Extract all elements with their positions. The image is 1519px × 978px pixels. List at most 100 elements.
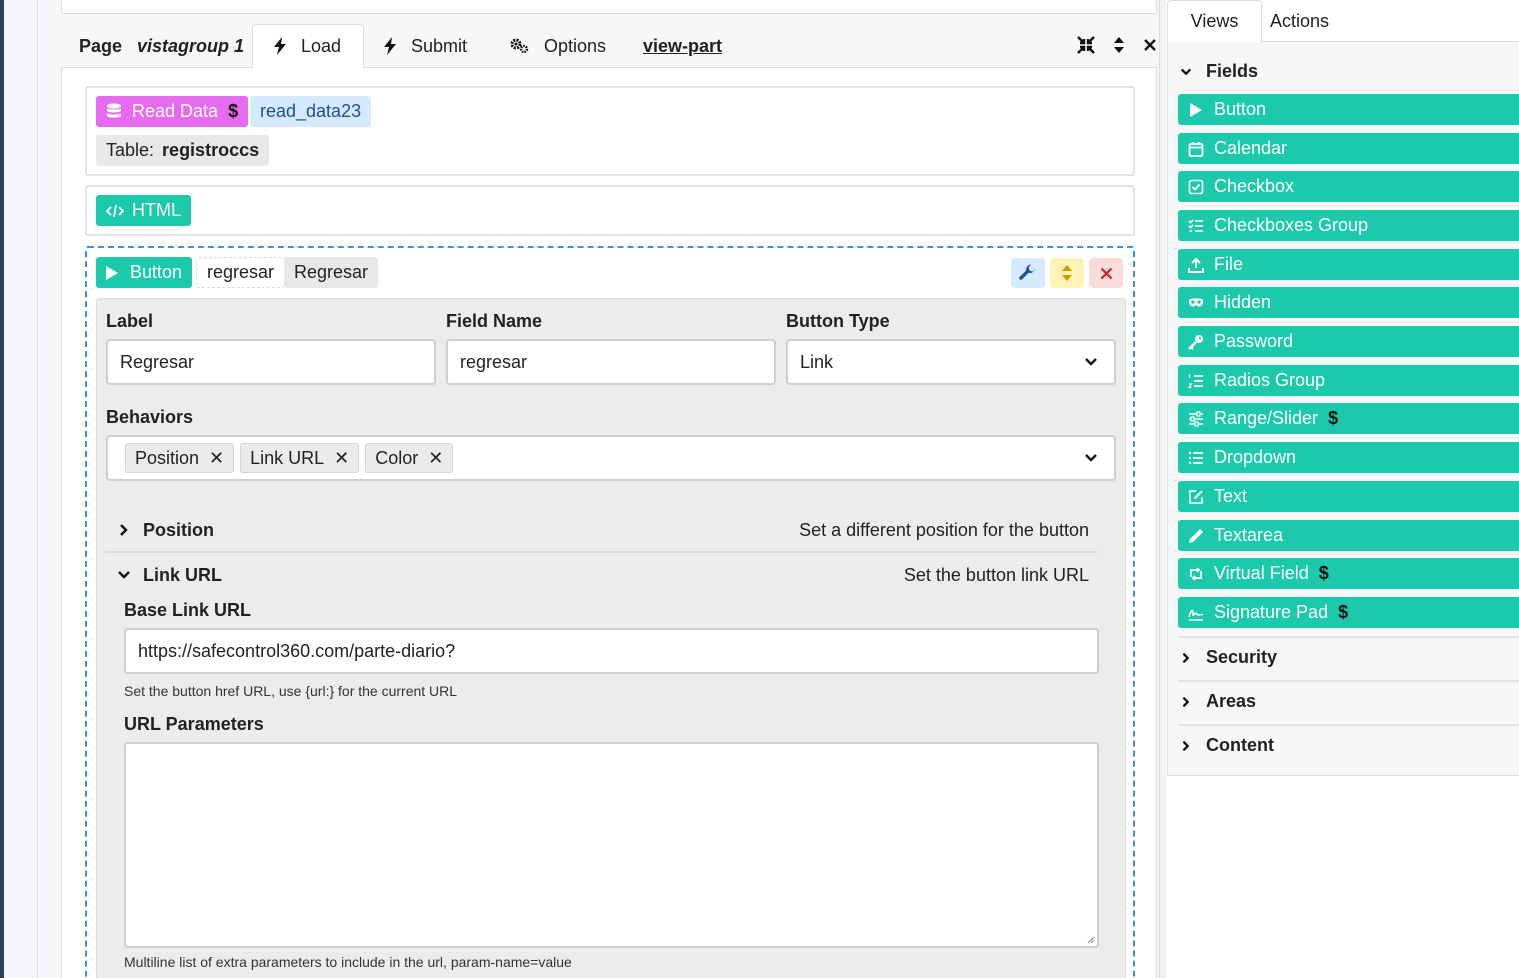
sort-icon[interactable]: [1113, 36, 1125, 54]
section-position-desc: Set a different position for the button: [799, 519, 1089, 540]
page-content: Read Data $ read_data23 Table: registroc…: [61, 67, 1157, 978]
sort-icon: [1062, 265, 1072, 281]
read-data-badge: Read Data $: [96, 96, 249, 127]
remove-chip-icon[interactable]: ✕: [334, 448, 349, 469]
field-item-checkbox[interactable]: Checkbox: [1178, 171, 1519, 202]
behavior-chip-link-url[interactable]: Link URL ✕: [240, 443, 360, 473]
field-item-dropdown[interactable]: Dropdown: [1178, 442, 1519, 473]
field-item-label: Range/Slider: [1214, 408, 1319, 428]
button-type-select[interactable]: Link: [786, 339, 1116, 385]
close-icon[interactable]: [1143, 38, 1157, 52]
field-item-password[interactable]: Password: [1178, 326, 1519, 357]
field-item-label: Radios Group: [1214, 370, 1326, 390]
read-data-name: read_data23: [250, 96, 372, 127]
label-input[interactable]: Regresar: [106, 339, 436, 385]
mask-icon: [1188, 295, 1204, 311]
field-item-button[interactable]: Button: [1178, 94, 1519, 125]
table-name: registroccs: [162, 140, 260, 160]
url-params-textarea[interactable]: [124, 742, 1099, 948]
section-position[interactable]: Position Set a different position for th…: [105, 509, 1097, 553]
chevron-down-icon: [1085, 358, 1097, 366]
tab-options-label: Options: [544, 35, 607, 56]
tab-views[interactable]: Views: [1167, 0, 1262, 43]
button-block[interactable]: Button regresar Regresar Label Regresar …: [85, 246, 1135, 978]
wrench-icon: [1019, 264, 1036, 280]
tab-submit[interactable]: Submit: [383, 24, 467, 68]
sidebar-panel: Fields Button Calendar Checkbox Checkbox…: [1167, 41, 1519, 776]
delete-button[interactable]: [1089, 258, 1123, 288]
field-item-signature-pad[interactable]: Signature Pad $: [1178, 597, 1519, 628]
sync-icon: [1188, 566, 1204, 582]
button-label-badge: Regresar: [284, 257, 379, 288]
base-link-input[interactable]: https://safecontrol360.com/parte-diario?: [124, 628, 1099, 674]
field-item-calendar[interactable]: Calendar: [1178, 133, 1519, 164]
field-item-checkboxes-group[interactable]: Checkboxes Group: [1178, 210, 1519, 241]
sidebar-tabs: Views Actions: [1166, 0, 1519, 43]
field-item-range-slider[interactable]: Range/Slider $: [1178, 403, 1519, 434]
section-position-title: Position: [143, 519, 214, 540]
chevron-right-icon: [1182, 740, 1190, 751]
button-type-label: Button: [130, 262, 183, 282]
areas-section-header[interactable]: Areas: [1180, 691, 1256, 712]
field-item-virtual-field[interactable]: Virtual Field $: [1178, 558, 1519, 589]
fields-section-title: Fields: [1206, 61, 1259, 81]
checkbox-icon: [1188, 179, 1204, 195]
field-item-label: Button: [1214, 99, 1267, 119]
divider: [1178, 636, 1519, 638]
premium-dollar-icon: $: [1318, 563, 1329, 583]
compress-icon[interactable]: [1077, 36, 1095, 54]
fields-section-header[interactable]: Fields: [1180, 61, 1258, 82]
database-icon: [107, 102, 121, 117]
remove-chip-icon[interactable]: ✕: [209, 448, 224, 469]
security-section-header[interactable]: Security: [1180, 647, 1277, 668]
behavior-chip-position[interactable]: Position ✕: [125, 443, 235, 473]
divider: [1178, 680, 1519, 682]
key-icon: [1188, 334, 1204, 350]
play-icon: [106, 265, 118, 280]
section-link-url[interactable]: Link URL Set the button link URL: [105, 553, 1097, 597]
behavior-chip-label: Color: [375, 447, 419, 468]
checklist-icon: [1188, 218, 1204, 234]
field-item-label: Calendar: [1214, 138, 1288, 158]
field-item-label: Checkbox: [1214, 176, 1295, 196]
calendar-icon: [1188, 141, 1204, 157]
behaviors-multiselect[interactable]: Position ✕ Link URL ✕ Color ✕: [106, 435, 1116, 481]
read-data-block[interactable]: Read Data $ read_data23 Table: registroc…: [85, 86, 1135, 176]
view-part-link[interactable]: view-part: [643, 36, 722, 57]
field-item-textarea[interactable]: Textarea: [1178, 520, 1519, 551]
tab-options[interactable]: Options: [510, 24, 606, 68]
components-sidebar: Views Actions Fields Button Calendar Che…: [1166, 0, 1519, 978]
wrench-button[interactable]: [1011, 258, 1045, 288]
chevron-right-icon: [1182, 652, 1190, 663]
field-item-radios-group[interactable]: Radios Group: [1178, 365, 1519, 396]
bolt-icon: [384, 37, 396, 55]
premium-dollar-icon: $: [1338, 602, 1349, 622]
behavior-chip-label: Link URL: [250, 447, 325, 468]
field-item-label: Checkboxes Group: [1214, 215, 1369, 235]
field-item-label: Password: [1214, 331, 1294, 351]
field-name-input[interactable]: regresar: [446, 339, 776, 385]
play-icon: [1188, 102, 1204, 118]
tab-load-label: Load: [301, 35, 342, 56]
behavior-chip-color[interactable]: Color ✕: [365, 443, 454, 473]
field-item-text[interactable]: Text: [1178, 481, 1519, 512]
close-icon: [1100, 267, 1112, 279]
field-item-file[interactable]: File: [1178, 249, 1519, 280]
panel-tools: [1077, 36, 1157, 54]
button-field-name: regresar: [196, 257, 286, 288]
html-block[interactable]: HTML: [85, 185, 1135, 236]
button-type-value: Link: [800, 351, 834, 372]
tab-actions[interactable]: Actions: [1270, 0, 1329, 42]
move-button[interactable]: [1050, 258, 1084, 288]
label-field-title: Label: [106, 311, 154, 331]
resize-handle-icon[interactable]: [1085, 934, 1095, 944]
chevron-down-icon: [118, 571, 130, 579]
chevron-down-icon: [1180, 68, 1192, 75]
field-item-hidden[interactable]: Hidden: [1178, 287, 1519, 318]
field-item-label: Signature Pad: [1214, 602, 1329, 622]
field-item-label: Hidden: [1214, 292, 1272, 312]
sliders-icon: [1188, 410, 1204, 427]
content-section-header[interactable]: Content: [1180, 735, 1274, 756]
tab-load[interactable]: Load: [252, 24, 364, 68]
remove-chip-icon[interactable]: ✕: [428, 448, 443, 469]
